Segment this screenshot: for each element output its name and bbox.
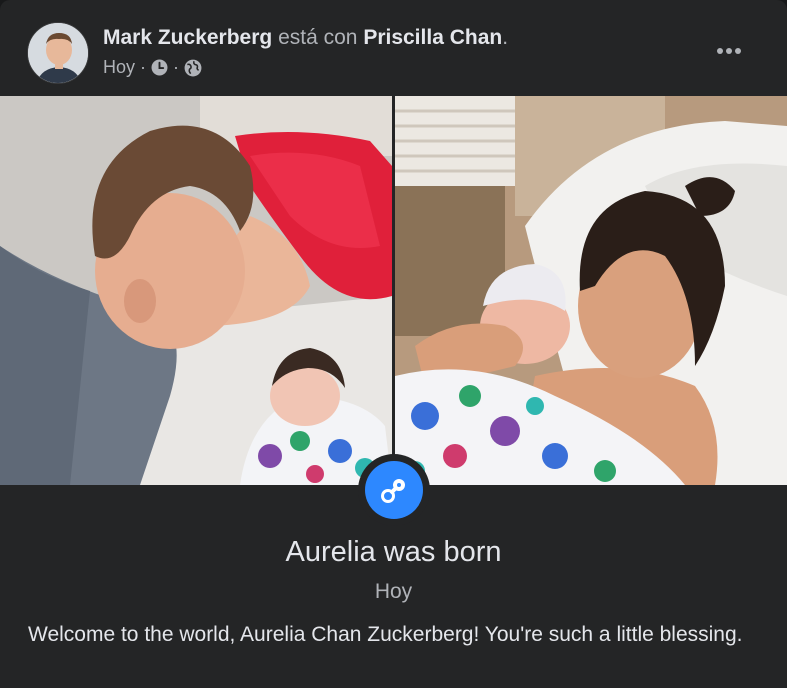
post-caption: Welcome to the world, Aurelia Chan Zucke… <box>28 623 743 646</box>
life-event-badge <box>358 454 430 526</box>
author-line: Mark Zuckerberg está con Priscilla Chan. <box>103 26 508 50</box>
meta-separator-2: · <box>173 57 180 77</box>
author-name[interactable]: Mark Zuckerberg <box>103 26 272 49</box>
post-time[interactable]: Hoy <box>103 57 135 78</box>
clock-icon <box>151 59 168 76</box>
post-header: Mark Zuckerberg está con Priscilla Chan.… <box>0 0 787 96</box>
life-event-title: Aurelia was born <box>285 536 502 568</box>
more-options-button[interactable] <box>706 28 752 74</box>
pacifier-icon <box>365 461 423 519</box>
author-avatar[interactable] <box>27 22 89 84</box>
post-card: Mark Zuckerberg está con Priscilla Chan.… <box>0 0 787 688</box>
post-meta: Hoy · · <box>103 57 202 78</box>
photo-grid <box>0 96 787 485</box>
tagged-suffix: . <box>502 26 509 49</box>
meta-separator-1: · <box>140 57 147 77</box>
more-horizontal-icon <box>716 42 742 60</box>
with-text: está con <box>278 26 358 49</box>
globe-icon[interactable] <box>184 59 202 77</box>
tagged-name[interactable]: Priscilla Chan <box>363 26 502 49</box>
photo-father-newborn[interactable] <box>0 96 392 485</box>
photo-mother-newborn[interactable] <box>395 96 787 485</box>
life-event-date: Hoy <box>374 580 413 603</box>
